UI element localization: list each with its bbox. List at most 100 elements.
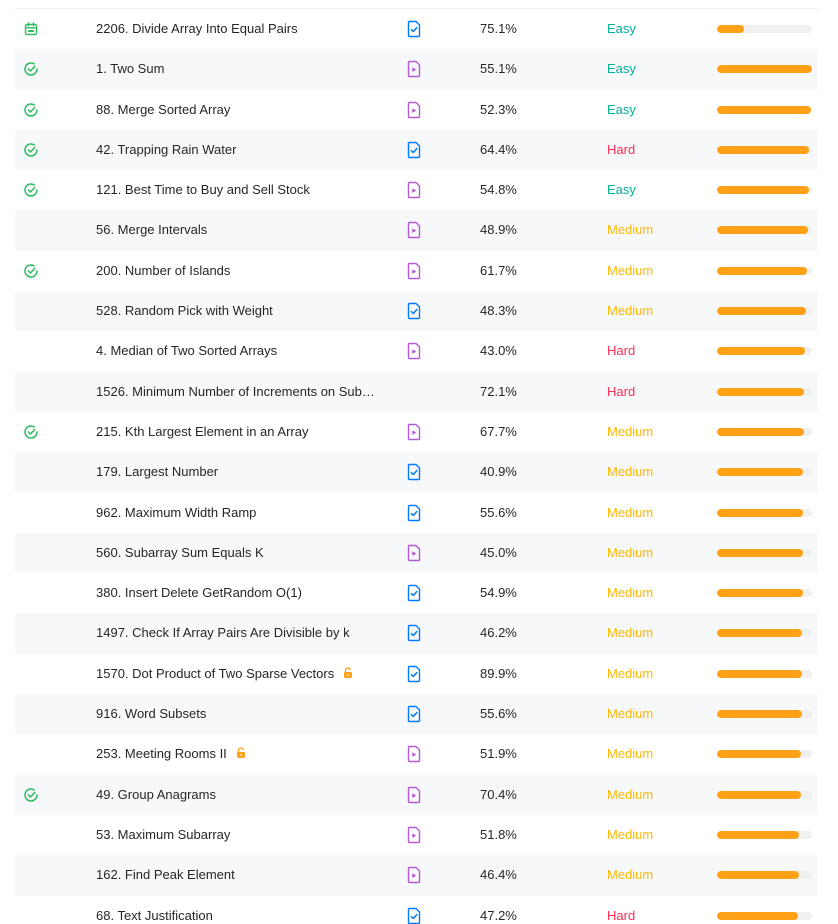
difficulty-badge: Medium	[607, 262, 654, 278]
problem-title-link[interactable]: 215. Kth Largest Element in an Array	[96, 424, 396, 440]
difficulty-badge: Hard	[607, 343, 636, 359]
problem-title-link[interactable]: 916. Word Subsets	[96, 706, 396, 722]
problem-title-link[interactable]: 560. Subarray Sum Equals K	[96, 545, 396, 561]
problem-title-text: 916. Word Subsets	[96, 706, 207, 722]
article-solution-icon[interactable]	[406, 705, 422, 723]
problem-title-text: 962. Maximum Width Ramp	[96, 504, 257, 520]
problem-title-link[interactable]: 179. Largest Number	[96, 464, 396, 480]
table-row[interactable]: 162. Find Peak Element 46.4% Medium	[15, 855, 818, 896]
article-solution-icon[interactable]	[406, 302, 422, 320]
video-solution-icon[interactable]	[406, 221, 422, 239]
acceptance-rate: 51.8%	[480, 826, 517, 842]
video-solution-icon[interactable]	[406, 866, 422, 884]
table-row[interactable]: 42. Trapping Rain Water 64.4% Hard	[15, 129, 818, 171]
problem-title-link[interactable]: 53. Maximum Subarray	[96, 827, 396, 843]
acceptance-rate: 72.1%	[480, 383, 517, 399]
problem-title-link[interactable]: 1570. Dot Product of Two Sparse Vectors	[96, 666, 396, 683]
status-empty	[23, 827, 39, 843]
problem-title-link[interactable]: 962. Maximum Width Ramp	[96, 505, 396, 521]
table-row[interactable]: 962. Maximum Width Ramp 55.6% Medium	[15, 493, 818, 533]
table-row[interactable]: 121. Best Time to Buy and Sell Stock 54.8…	[15, 170, 818, 210]
video-solution-icon[interactable]	[406, 826, 422, 844]
table-row[interactable]: 1. Two Sum 55.1% Easy	[15, 49, 818, 90]
video-solution-icon[interactable]	[406, 544, 422, 562]
problem-title-link[interactable]: 4. Median of Two Sorted Arrays	[96, 343, 396, 359]
video-solution-icon[interactable]	[406, 101, 422, 119]
problem-title-link[interactable]: 528. Random Pick with Weight	[96, 303, 396, 319]
video-solution-icon[interactable]	[406, 262, 422, 280]
table-row[interactable]: 560. Subarray Sum Equals K 45.0% Medium	[15, 532, 818, 574]
video-solution-icon[interactable]	[406, 786, 422, 804]
problem-title-link[interactable]: 121. Best Time to Buy and Sell Stock	[96, 182, 396, 198]
table-row[interactable]: 380. Insert Delete GetRandom O(1) 54.9% Me…	[15, 573, 818, 613]
table-row[interactable]: 56. Merge Intervals 48.9% Medium	[15, 210, 818, 251]
frequency-bar	[717, 266, 812, 275]
frequency-bar	[717, 65, 812, 74]
problem-title-link[interactable]: 253. Meeting Rooms II	[96, 746, 396, 763]
problem-title-link[interactable]: 1526. Minimum Number of Increments on Su…	[96, 384, 396, 400]
article-solution-icon[interactable]	[406, 463, 422, 481]
video-solution-icon[interactable]	[406, 423, 422, 441]
video-solution-icon[interactable]	[406, 745, 422, 763]
frequency-bar-fill	[717, 347, 806, 356]
frequency-bar	[717, 629, 812, 638]
table-row[interactable]: 528. Random Pick with Weight 48.3% Medium	[15, 291, 818, 332]
table-row[interactable]: 49. Group Anagrams 70.4% Medium	[15, 774, 818, 815]
status-empty	[23, 222, 39, 238]
problem-title-link[interactable]: 2206. Divide Array Into Equal Pairs	[96, 21, 396, 37]
table-row[interactable]: 916. Word Subsets 55.6% Medium	[15, 694, 818, 735]
table-row[interactable]: 53. Maximum Subarray 51.8% Medium	[15, 815, 818, 855]
frequency-bar	[717, 589, 812, 598]
video-solution-icon[interactable]	[406, 342, 422, 360]
article-solution-icon[interactable]	[406, 584, 422, 602]
problem-title-link[interactable]: 56. Merge Intervals	[96, 222, 396, 238]
difficulty-badge: Easy	[607, 21, 636, 36]
problem-title-link[interactable]: 88. Merge Sorted Array	[96, 102, 396, 118]
solved-check-icon	[23, 142, 39, 158]
problem-title-text: 179. Largest Number	[96, 464, 219, 480]
article-solution-icon[interactable]	[406, 141, 422, 159]
frequency-bar-fill	[717, 911, 798, 920]
problem-title-link[interactable]: 380. Insert Delete GetRandom O(1)	[96, 585, 396, 601]
problem-title-link[interactable]: 68. Text Justification	[96, 908, 396, 924]
table-row[interactable]: 215. Kth Largest Element in an Array 67.7…	[15, 412, 818, 452]
frequency-bar-fill	[717, 226, 809, 235]
problem-title-link[interactable]: 162. Find Peak Element	[96, 867, 396, 883]
article-solution-icon[interactable]	[406, 907, 422, 924]
frequency-bar-fill	[717, 750, 801, 759]
problem-title-link[interactable]: 1497. Check If Array Pairs Are Divisible…	[96, 625, 396, 641]
difficulty-badge: Medium	[607, 706, 654, 722]
article-solution-icon[interactable]	[406, 504, 422, 522]
frequency-bar	[717, 307, 812, 316]
difficulty-badge: Medium	[607, 423, 654, 439]
video-solution-icon[interactable]	[406, 181, 422, 199]
difficulty-badge: Hard	[607, 907, 636, 923]
difficulty-badge: Medium	[607, 665, 654, 681]
table-row[interactable]: 88. Merge Sorted Array 52.3% Easy	[15, 90, 818, 130]
article-solution-icon[interactable]	[406, 665, 422, 683]
table-row[interactable]: 253. Meeting Rooms II 51.9% Medium	[15, 734, 818, 774]
solved-check-icon	[23, 102, 39, 118]
problem-title-link[interactable]: 200. Number of Islands	[96, 263, 396, 279]
table-row[interactable]: 4. Median of Two Sorted Arrays 43.0% Hard	[15, 331, 818, 371]
table-row[interactable]: 200. Number of Islands 61.7% Medium	[15, 251, 818, 291]
problem-title-text: 162. Find Peak Element	[96, 867, 235, 883]
table-row[interactable]: 1497. Check If Array Pairs Are Divisible…	[15, 613, 818, 654]
problem-title-link[interactable]: 42. Trapping Rain Water	[96, 142, 396, 158]
frequency-bar	[717, 427, 812, 436]
article-solution-icon[interactable]	[406, 624, 422, 642]
table-row[interactable]: 2206. Divide Array Into Equal Pairs 75.1%…	[15, 9, 818, 49]
table-row[interactable]: 179. Largest Number 40.9% Medium	[15, 452, 818, 493]
video-solution-icon[interactable]	[406, 60, 422, 78]
solution-empty	[406, 383, 422, 401]
problem-title-text: 215. Kth Largest Element in an Array	[96, 423, 309, 439]
problem-title-link[interactable]: 1. Two Sum	[96, 61, 396, 77]
problem-title-link[interactable]: 49. Group Anagrams	[96, 787, 396, 803]
problem-title-text: 53. Maximum Subarray	[96, 826, 231, 842]
problem-title-text: 88. Merge Sorted Array	[96, 101, 231, 117]
table-row[interactable]: 68. Text Justification 47.2% Hard	[15, 896, 818, 924]
frequency-bar	[717, 347, 812, 356]
article-solution-icon[interactable]	[406, 20, 422, 38]
table-row[interactable]: 1526. Minimum Number of Increments on Su…	[15, 371, 818, 412]
table-row[interactable]: 1570. Dot Product of Two Sparse Vectors 8…	[15, 654, 818, 694]
